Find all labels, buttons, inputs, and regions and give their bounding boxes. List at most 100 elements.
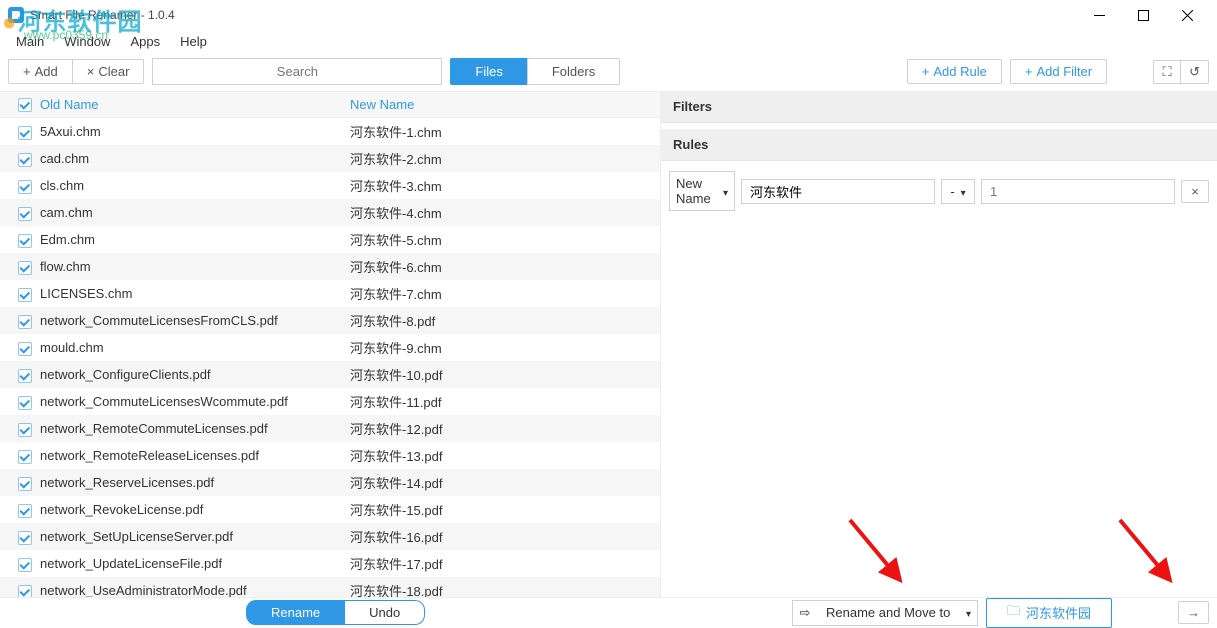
table-row[interactable]: LICENSES.chm 河东软件-7.chm — [0, 280, 660, 307]
tab-folders[interactable]: Folders — [527, 58, 620, 85]
table-row[interactable]: cam.chm 河东软件-4.chm — [0, 199, 660, 226]
new-name-cell: 河东软件-12.pdf — [350, 419, 660, 438]
add-button[interactable]: +Add — [8, 59, 73, 84]
old-name-cell: network_CommuteLicensesWcommute.pdf — [40, 394, 350, 409]
row-checkbox[interactable] — [18, 558, 32, 572]
row-checkbox[interactable] — [18, 207, 32, 221]
row-checkbox[interactable] — [18, 423, 32, 437]
toolbar: +Add ×Clear Files Folders +Add Rule +Add… — [0, 52, 1217, 91]
menu-help[interactable]: Help — [172, 32, 215, 51]
row-checkbox[interactable] — [18, 342, 32, 356]
old-name-cell: cls.chm — [40, 178, 350, 193]
rule-row: New Name - × — [661, 161, 1217, 221]
row-checkbox[interactable] — [18, 261, 32, 275]
col-new-name[interactable]: New Name — [350, 97, 660, 112]
target-folder-button[interactable]: 🗀河东软件园 — [986, 598, 1112, 628]
undo-button[interactable]: Undo — [345, 600, 425, 625]
row-checkbox[interactable] — [18, 477, 32, 491]
row-checkbox[interactable] — [18, 180, 32, 194]
old-name-cell: cam.chm — [40, 205, 350, 220]
row-checkbox[interactable] — [18, 288, 32, 302]
row-checkbox[interactable] — [18, 585, 32, 598]
row-checkbox[interactable] — [18, 126, 32, 140]
table-row[interactable]: network_ConfigureClients.pdf 河东软件-10.pdf — [0, 361, 660, 388]
maximize-button[interactable] — [1121, 0, 1165, 30]
new-name-cell: 河东软件-1.chm — [350, 122, 660, 141]
go-button[interactable]: → — [1178, 601, 1209, 624]
chevron-down-icon — [966, 605, 971, 620]
table-header: Old Name New Name — [0, 91, 660, 118]
table-row[interactable]: network_RemoteCommuteLicenses.pdf 河东软件-1… — [0, 415, 660, 442]
tab-files[interactable]: Files — [450, 58, 527, 85]
rule-type-select[interactable]: New Name — [669, 171, 735, 211]
action-select[interactable]: ⇨ Rename and Move to — [792, 600, 977, 626]
table-row[interactable]: 5Axui.chm 河东软件-1.chm — [0, 118, 660, 145]
rule-sep-select[interactable]: - — [941, 179, 975, 204]
folder-icon: 🗀 — [1007, 602, 1020, 624]
filters-header[interactable]: Filters — [661, 91, 1217, 123]
rule-num-input[interactable] — [981, 179, 1175, 204]
rule-remove-button[interactable]: × — [1181, 180, 1209, 203]
new-name-cell: 河东软件-2.chm — [350, 149, 660, 168]
table-row[interactable]: cad.chm 河东软件-2.chm — [0, 145, 660, 172]
close-button[interactable] — [1165, 0, 1209, 30]
x-icon: × — [87, 64, 95, 79]
new-name-cell: 河东软件-13.pdf — [350, 446, 660, 465]
row-checkbox[interactable] — [18, 315, 32, 329]
table-row[interactable]: cls.chm 河东软件-3.chm — [0, 172, 660, 199]
menu-apps[interactable]: Apps — [122, 32, 168, 51]
old-name-cell: network_RemoteReleaseLicenses.pdf — [40, 448, 350, 463]
table-row[interactable]: network_UpdateLicenseFile.pdf 河东软件-17.pd… — [0, 550, 660, 577]
table-row[interactable]: flow.chm 河东软件-6.chm — [0, 253, 660, 280]
table-row[interactable]: network_SetUpLicenseServer.pdf 河东软件-16.p… — [0, 523, 660, 550]
search-input[interactable] — [152, 58, 442, 85]
row-checkbox[interactable] — [18, 450, 32, 464]
row-checkbox[interactable] — [18, 396, 32, 410]
app-icon — [8, 7, 24, 23]
add-filter-button[interactable]: +Add Filter — [1010, 59, 1107, 84]
new-name-cell: 河东软件-6.chm — [350, 257, 660, 276]
x-icon: × — [1191, 184, 1199, 199]
titlebar: Smart File Renamer - 1.0.4 — [0, 0, 1217, 30]
add-rule-button[interactable]: +Add Rule — [907, 59, 1002, 84]
row-checkbox[interactable] — [18, 369, 32, 383]
new-name-cell: 河东软件-18.pdf — [350, 581, 660, 597]
old-name-cell: Edm.chm — [40, 232, 350, 247]
old-name-cell: network_ConfigureClients.pdf — [40, 367, 350, 382]
new-name-cell: 河东软件-14.pdf — [350, 473, 660, 492]
expand-button[interactable]: ⛶ — [1153, 60, 1181, 84]
old-name-cell: network_UseAdministratorMode.pdf — [40, 583, 350, 597]
old-name-cell: cad.chm — [40, 151, 350, 166]
table-row[interactable]: network_CommuteLicensesFromCLS.pdf 河东软件-… — [0, 307, 660, 334]
window-title: Smart File Renamer - 1.0.4 — [30, 8, 1077, 22]
menu-main[interactable]: Main — [8, 32, 52, 51]
table-row[interactable]: Edm.chm 河东软件-5.chm — [0, 226, 660, 253]
arrow-right-icon: → — [1187, 605, 1200, 620]
col-old-name[interactable]: Old Name — [40, 97, 99, 112]
new-name-cell: 河东软件-7.chm — [350, 284, 660, 303]
menu-window[interactable]: Window — [56, 32, 118, 51]
rename-button[interactable]: Rename — [246, 600, 345, 625]
minimize-button[interactable] — [1077, 0, 1121, 30]
row-checkbox[interactable] — [18, 234, 32, 248]
row-checkbox[interactable] — [18, 531, 32, 545]
table-row[interactable]: network_ReserveLicenses.pdf 河东软件-14.pdf — [0, 469, 660, 496]
old-name-cell: network_CommuteLicensesFromCLS.pdf — [40, 313, 350, 328]
old-name-cell: mould.chm — [40, 340, 350, 355]
undo-icon-button[interactable]: ↺ — [1180, 60, 1209, 84]
table-row[interactable]: network_RemoteReleaseLicenses.pdf 河东软件-1… — [0, 442, 660, 469]
table-row[interactable]: network_RevokeLicense.pdf 河东软件-15.pdf — [0, 496, 660, 523]
row-checkbox[interactable] — [18, 504, 32, 518]
rule-value-input[interactable] — [741, 179, 935, 204]
chevron-down-icon — [961, 184, 966, 199]
select-all-checkbox[interactable] — [18, 98, 32, 112]
row-checkbox[interactable] — [18, 153, 32, 167]
expand-icon: ⛶ — [1163, 64, 1172, 80]
new-name-cell: 河东软件-11.pdf — [350, 392, 660, 411]
old-name-cell: network_RevokeLicense.pdf — [40, 502, 350, 517]
clear-button[interactable]: ×Clear — [72, 59, 145, 84]
rules-header[interactable]: Rules — [661, 129, 1217, 161]
table-row[interactable]: mould.chm 河东软件-9.chm — [0, 334, 660, 361]
table-row[interactable]: network_CommuteLicensesWcommute.pdf 河东软件… — [0, 388, 660, 415]
table-row[interactable]: network_UseAdministratorMode.pdf 河东软件-18… — [0, 577, 660, 597]
